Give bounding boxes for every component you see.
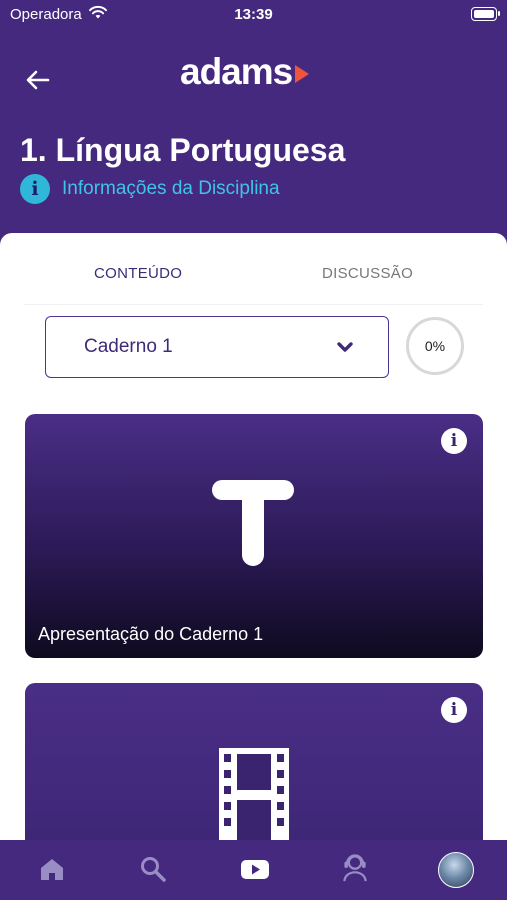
course-info-link[interactable]: i Informações da Disciplina <box>20 174 280 204</box>
tab-bar: CONTEÚDO DISCUSSÃO <box>24 233 483 305</box>
card-title: Apresentação do Caderno 1 <box>38 624 264 644</box>
content-card[interactable]: i Apresentação do Caderno 1 <box>25 414 483 658</box>
film-icon <box>219 748 289 848</box>
tab-discussion[interactable]: DISCUSSÃO <box>322 265 413 282</box>
content-panel: CONTEÚDO DISCUSSÃO Caderno 1 0% i Aprese… <box>0 233 507 900</box>
app-logo: adams <box>180 50 310 94</box>
text-type-icon <box>212 480 294 566</box>
video-play-icon[interactable] <box>240 854 270 884</box>
play-triangle-icon <box>295 65 310 83</box>
battery-icon <box>471 7 500 21</box>
info-icon[interactable]: i <box>441 697 467 723</box>
clock: 13:39 <box>234 6 273 23</box>
info-icon[interactable]: i <box>441 428 467 454</box>
progress-indicator: 0% <box>406 317 464 375</box>
notebook-dropdown[interactable]: Caderno 1 <box>45 316 389 378</box>
page-title: 1. Língua Portuguesa <box>20 132 346 168</box>
chevron-down-icon <box>337 342 353 352</box>
back-arrow-icon[interactable] <box>24 66 52 94</box>
status-bar: Operadora 13:39 <box>0 0 507 30</box>
bottom-nav <box>0 840 507 900</box>
logo-text: adams <box>180 51 293 92</box>
info-icon: i <box>20 174 50 204</box>
tab-content[interactable]: CONTEÚDO <box>94 265 182 282</box>
avatar[interactable] <box>438 852 474 888</box>
search-icon[interactable] <box>138 854 168 884</box>
progress-label: 0% <box>424 338 446 354</box>
notebook-dropdown-value: Caderno 1 <box>84 336 173 357</box>
support-agent-icon[interactable] <box>340 852 370 882</box>
home-icon[interactable] <box>37 854 67 884</box>
info-link-label: Informações da Disciplina <box>62 178 280 199</box>
